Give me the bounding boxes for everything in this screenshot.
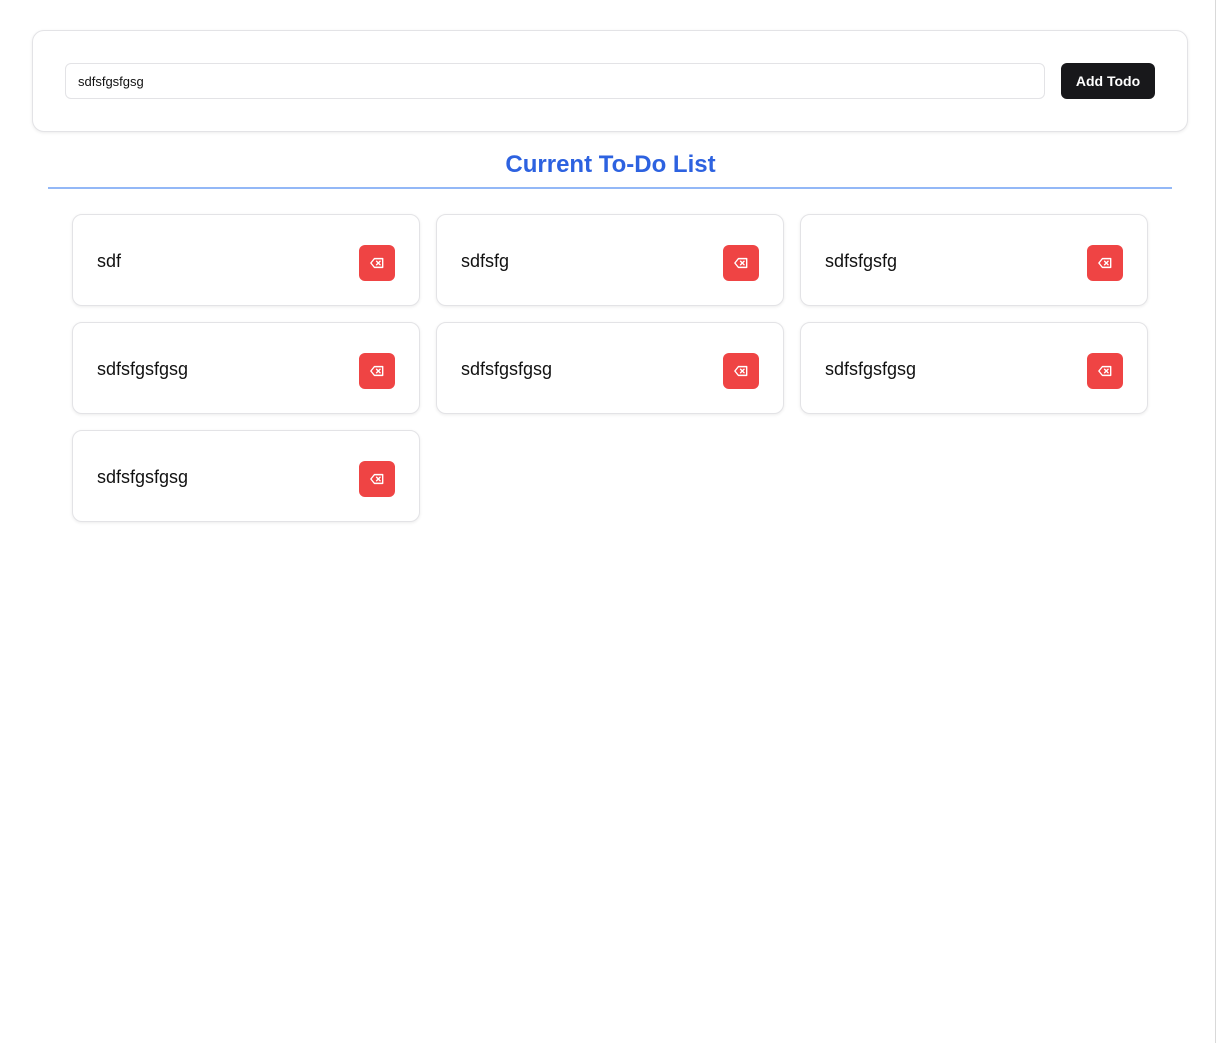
todo-card: sdfsfgsfgsg bbox=[72, 430, 420, 522]
list-title: Current To-Do List bbox=[505, 151, 716, 178]
todo-card: sdfsfgsfgsg bbox=[800, 322, 1148, 414]
backspace-x-icon bbox=[370, 473, 384, 485]
backspace-x-icon bbox=[734, 365, 748, 377]
todo-text: sdfsfgsfgsg bbox=[461, 359, 553, 379]
todo-card: sdfsfgsfgsg bbox=[436, 322, 784, 414]
delete-todo-button[interactable] bbox=[359, 245, 395, 281]
add-todo-card: Add Todo bbox=[32, 30, 1188, 132]
todo-grid: sdf sdfsfg sdfsfgsfg sdfsfgsfgsg sdfsfgs… bbox=[72, 214, 1148, 522]
todo-text: sdfsfgsfgsg bbox=[97, 467, 189, 487]
todo-text: sdf bbox=[97, 251, 122, 271]
backspace-x-icon bbox=[370, 365, 384, 377]
delete-todo-button[interactable] bbox=[723, 353, 759, 389]
delete-todo-button[interactable] bbox=[1087, 353, 1123, 389]
todo-text: sdfsfgsfgsg bbox=[825, 359, 917, 379]
todo-text: sdfsfg bbox=[461, 251, 510, 271]
todo-card: sdfsfgsfg bbox=[800, 214, 1148, 306]
todo-card: sdfsfg bbox=[436, 214, 784, 306]
add-todo-button[interactable]: Add Todo bbox=[1061, 63, 1155, 99]
backspace-x-icon bbox=[370, 257, 384, 269]
title-divider bbox=[48, 187, 1172, 189]
todo-text: sdfsfgsfgsg bbox=[97, 359, 189, 379]
page: Add Todo Current To-Do List sdf sdfsfg bbox=[0, 0, 1216, 1043]
todo-card: sdfsfgsfgsg bbox=[72, 322, 420, 414]
todo-input[interactable] bbox=[65, 63, 1045, 99]
todo-text: sdfsfgsfg bbox=[825, 251, 898, 271]
backspace-x-icon bbox=[734, 257, 748, 269]
backspace-x-icon bbox=[1098, 365, 1112, 377]
delete-todo-button[interactable] bbox=[359, 353, 395, 389]
delete-todo-button[interactable] bbox=[1087, 245, 1123, 281]
backspace-x-icon bbox=[1098, 257, 1112, 269]
todo-card: sdf bbox=[72, 214, 420, 306]
delete-todo-button[interactable] bbox=[359, 461, 395, 497]
delete-todo-button[interactable] bbox=[723, 245, 759, 281]
